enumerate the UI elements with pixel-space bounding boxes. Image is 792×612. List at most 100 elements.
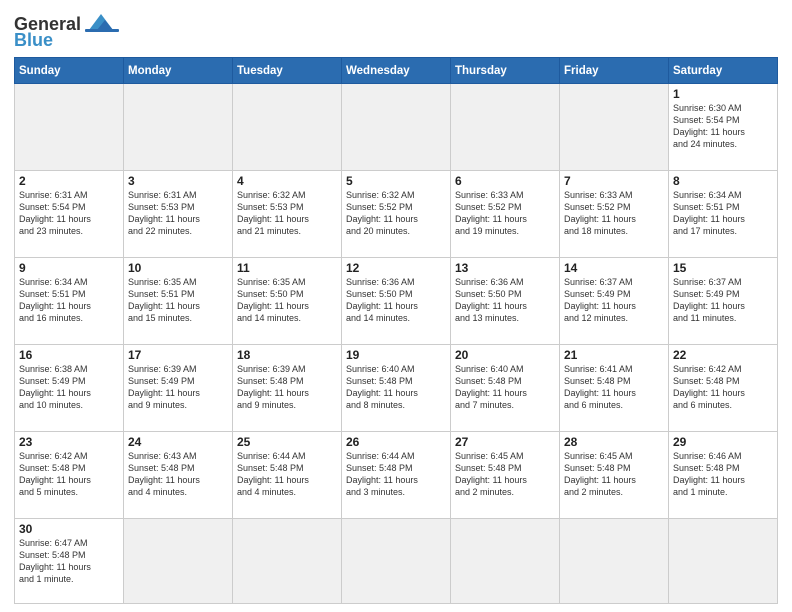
day-info: Sunrise: 6:38 AM Sunset: 5:49 PM Dayligh… [19, 363, 119, 412]
day-info: Sunrise: 6:44 AM Sunset: 5:48 PM Dayligh… [346, 450, 446, 499]
calendar-day-cell: 29Sunrise: 6:46 AM Sunset: 5:48 PM Dayli… [669, 431, 778, 518]
calendar-day-cell: 4Sunrise: 6:32 AM Sunset: 5:53 PM Daylig… [233, 170, 342, 257]
calendar-day-cell [342, 84, 451, 171]
day-info: Sunrise: 6:43 AM Sunset: 5:48 PM Dayligh… [128, 450, 228, 499]
day-number: 3 [128, 174, 228, 188]
calendar-week-row: 23Sunrise: 6:42 AM Sunset: 5:48 PM Dayli… [15, 431, 778, 518]
day-info: Sunrise: 6:46 AM Sunset: 5:48 PM Dayligh… [673, 450, 773, 499]
calendar-day-cell: 24Sunrise: 6:43 AM Sunset: 5:48 PM Dayli… [124, 431, 233, 518]
calendar-day-cell [669, 518, 778, 603]
weekday-header-monday: Monday [124, 58, 233, 84]
day-number: 11 [237, 261, 337, 275]
day-number: 26 [346, 435, 446, 449]
calendar-week-row: 30Sunrise: 6:47 AM Sunset: 5:48 PM Dayli… [15, 518, 778, 603]
calendar-day-cell: 1Sunrise: 6:30 AM Sunset: 5:54 PM Daylig… [669, 84, 778, 171]
day-number: 9 [19, 261, 119, 275]
calendar-day-cell: 17Sunrise: 6:39 AM Sunset: 5:49 PM Dayli… [124, 344, 233, 431]
calendar-day-cell [560, 84, 669, 171]
day-info: Sunrise: 6:47 AM Sunset: 5:48 PM Dayligh… [19, 537, 119, 586]
weekday-header-saturday: Saturday [669, 58, 778, 84]
calendar-day-cell: 26Sunrise: 6:44 AM Sunset: 5:48 PM Dayli… [342, 431, 451, 518]
calendar-day-cell [342, 518, 451, 603]
calendar-day-cell: 14Sunrise: 6:37 AM Sunset: 5:49 PM Dayli… [560, 257, 669, 344]
calendar-day-cell [124, 518, 233, 603]
day-number: 29 [673, 435, 773, 449]
day-info: Sunrise: 6:44 AM Sunset: 5:48 PM Dayligh… [237, 450, 337, 499]
calendar-day-cell: 7Sunrise: 6:33 AM Sunset: 5:52 PM Daylig… [560, 170, 669, 257]
calendar-day-cell: 15Sunrise: 6:37 AM Sunset: 5:49 PM Dayli… [669, 257, 778, 344]
logo: General Blue [14, 14, 121, 51]
logo-text-blue: Blue [14, 30, 53, 51]
weekday-header-row: SundayMondayTuesdayWednesdayThursdayFrid… [15, 58, 778, 84]
calendar-day-cell: 8Sunrise: 6:34 AM Sunset: 5:51 PM Daylig… [669, 170, 778, 257]
day-number: 2 [19, 174, 119, 188]
calendar-day-cell: 2Sunrise: 6:31 AM Sunset: 5:54 PM Daylig… [15, 170, 124, 257]
calendar-day-cell: 16Sunrise: 6:38 AM Sunset: 5:49 PM Dayli… [15, 344, 124, 431]
day-number: 5 [346, 174, 446, 188]
day-number: 8 [673, 174, 773, 188]
day-number: 6 [455, 174, 555, 188]
day-number: 22 [673, 348, 773, 362]
calendar-week-row: 9Sunrise: 6:34 AM Sunset: 5:51 PM Daylig… [15, 257, 778, 344]
day-info: Sunrise: 6:34 AM Sunset: 5:51 PM Dayligh… [19, 276, 119, 325]
calendar-week-row: 1Sunrise: 6:30 AM Sunset: 5:54 PM Daylig… [15, 84, 778, 171]
weekday-header-wednesday: Wednesday [342, 58, 451, 84]
calendar-day-cell: 28Sunrise: 6:45 AM Sunset: 5:48 PM Dayli… [560, 431, 669, 518]
calendar-day-cell: 9Sunrise: 6:34 AM Sunset: 5:51 PM Daylig… [15, 257, 124, 344]
day-info: Sunrise: 6:32 AM Sunset: 5:52 PM Dayligh… [346, 189, 446, 238]
day-number: 30 [19, 522, 119, 536]
day-info: Sunrise: 6:31 AM Sunset: 5:54 PM Dayligh… [19, 189, 119, 238]
day-info: Sunrise: 6:42 AM Sunset: 5:48 PM Dayligh… [673, 363, 773, 412]
calendar-day-cell [15, 84, 124, 171]
day-number: 15 [673, 261, 773, 275]
header: General Blue [14, 10, 778, 51]
day-number: 25 [237, 435, 337, 449]
calendar-day-cell: 18Sunrise: 6:39 AM Sunset: 5:48 PM Dayli… [233, 344, 342, 431]
day-number: 27 [455, 435, 555, 449]
calendar-day-cell: 10Sunrise: 6:35 AM Sunset: 5:51 PM Dayli… [124, 257, 233, 344]
calendar-day-cell: 30Sunrise: 6:47 AM Sunset: 5:48 PM Dayli… [15, 518, 124, 603]
weekday-header-sunday: Sunday [15, 58, 124, 84]
calendar-day-cell: 23Sunrise: 6:42 AM Sunset: 5:48 PM Dayli… [15, 431, 124, 518]
day-number: 1 [673, 87, 773, 101]
calendar-day-cell: 6Sunrise: 6:33 AM Sunset: 5:52 PM Daylig… [451, 170, 560, 257]
day-number: 10 [128, 261, 228, 275]
day-info: Sunrise: 6:33 AM Sunset: 5:52 PM Dayligh… [455, 189, 555, 238]
day-info: Sunrise: 6:30 AM Sunset: 5:54 PM Dayligh… [673, 102, 773, 151]
day-number: 12 [346, 261, 446, 275]
calendar-day-cell: 21Sunrise: 6:41 AM Sunset: 5:48 PM Dayli… [560, 344, 669, 431]
day-info: Sunrise: 6:31 AM Sunset: 5:53 PM Dayligh… [128, 189, 228, 238]
day-info: Sunrise: 6:45 AM Sunset: 5:48 PM Dayligh… [455, 450, 555, 499]
calendar-day-cell [233, 84, 342, 171]
day-number: 13 [455, 261, 555, 275]
calendar-day-cell: 13Sunrise: 6:36 AM Sunset: 5:50 PM Dayli… [451, 257, 560, 344]
day-number: 16 [19, 348, 119, 362]
calendar-week-row: 2Sunrise: 6:31 AM Sunset: 5:54 PM Daylig… [15, 170, 778, 257]
page: General Blue SundayMondayTuesdayWednesda… [0, 0, 792, 612]
weekday-header-tuesday: Tuesday [233, 58, 342, 84]
calendar-day-cell [451, 518, 560, 603]
calendar-day-cell: 27Sunrise: 6:45 AM Sunset: 5:48 PM Dayli… [451, 431, 560, 518]
calendar-day-cell: 12Sunrise: 6:36 AM Sunset: 5:50 PM Dayli… [342, 257, 451, 344]
calendar-day-cell: 3Sunrise: 6:31 AM Sunset: 5:53 PM Daylig… [124, 170, 233, 257]
day-number: 14 [564, 261, 664, 275]
day-info: Sunrise: 6:42 AM Sunset: 5:48 PM Dayligh… [19, 450, 119, 499]
calendar-day-cell: 20Sunrise: 6:40 AM Sunset: 5:48 PM Dayli… [451, 344, 560, 431]
day-number: 17 [128, 348, 228, 362]
weekday-header-friday: Friday [560, 58, 669, 84]
day-number: 21 [564, 348, 664, 362]
day-number: 24 [128, 435, 228, 449]
day-number: 28 [564, 435, 664, 449]
logo-icon [83, 12, 121, 34]
day-info: Sunrise: 6:40 AM Sunset: 5:48 PM Dayligh… [346, 363, 446, 412]
day-info: Sunrise: 6:33 AM Sunset: 5:52 PM Dayligh… [564, 189, 664, 238]
calendar-day-cell: 11Sunrise: 6:35 AM Sunset: 5:50 PM Dayli… [233, 257, 342, 344]
calendar-week-row: 16Sunrise: 6:38 AM Sunset: 5:49 PM Dayli… [15, 344, 778, 431]
day-info: Sunrise: 6:37 AM Sunset: 5:49 PM Dayligh… [564, 276, 664, 325]
calendar-day-cell: 25Sunrise: 6:44 AM Sunset: 5:48 PM Dayli… [233, 431, 342, 518]
day-info: Sunrise: 6:32 AM Sunset: 5:53 PM Dayligh… [237, 189, 337, 238]
day-info: Sunrise: 6:39 AM Sunset: 5:49 PM Dayligh… [128, 363, 228, 412]
calendar-day-cell: 19Sunrise: 6:40 AM Sunset: 5:48 PM Dayli… [342, 344, 451, 431]
day-number: 7 [564, 174, 664, 188]
day-info: Sunrise: 6:41 AM Sunset: 5:48 PM Dayligh… [564, 363, 664, 412]
